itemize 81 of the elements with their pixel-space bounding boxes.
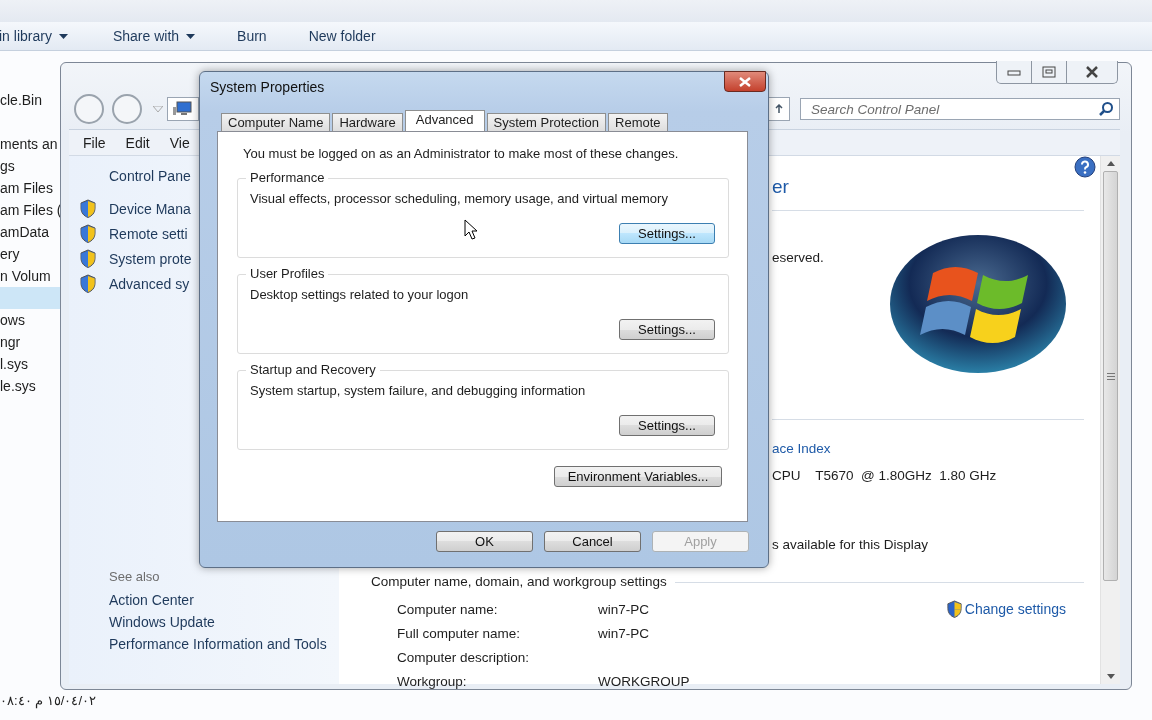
nav-item[interactable]: cle.Bin	[0, 89, 60, 111]
menu-item[interactable]: Vie	[169, 134, 190, 151]
field-value: win7-PC	[598, 601, 649, 617]
minimize-icon	[1007, 68, 1021, 76]
group-description: System startup, system failure, and debugging information	[250, 383, 587, 398]
close-button[interactable]	[724, 71, 766, 92]
toolbar-button[interactable]: Burn	[237, 28, 267, 44]
dropdown-arrow-icon	[58, 33, 68, 39]
field-value: WORKGROUP	[598, 673, 690, 689]
settings-button[interactable]: Settings...	[619, 319, 715, 340]
field-label: Computer name:	[397, 601, 499, 617]
change-settings-link[interactable]: Change settings	[945, 597, 1066, 621]
mouse-pointer-icon	[464, 219, 478, 240]
see-also-link[interactable]: Performance Information and Tools	[69, 636, 329, 652]
toolbar-button[interactable]: in library	[0, 28, 68, 44]
group-title: User Profiles	[246, 266, 329, 281]
close-icon	[1084, 66, 1100, 78]
group-title: Startup and Recovery	[246, 362, 380, 377]
tab[interactable]: Hardware	[332, 113, 403, 132]
processor-text: CPU T5670 @ 1.80GHz 1.80 GHz	[772, 468, 997, 483]
maximize-icon	[1042, 66, 1056, 78]
section-title: Computer name, domain, and workgroup settings	[371, 574, 667, 589]
address-bar[interactable]	[167, 97, 199, 121]
page-heading: er	[772, 176, 789, 198]
grip-icon	[1106, 372, 1115, 380]
task-link[interactable]: Device Mana	[109, 200, 191, 217]
nav-item[interactable]: ery	[0, 243, 60, 265]
rating-link[interactable]: ace Index	[772, 441, 831, 456]
scrollbar[interactable]	[1100, 156, 1120, 684]
close-icon	[739, 76, 751, 87]
see-also-link[interactable]: Action Center	[69, 592, 329, 608]
help-icon[interactable]	[1074, 156, 1096, 178]
field-label: Workgroup:	[397, 673, 468, 689]
pen-touch-text: s available for this Display	[772, 537, 929, 552]
settings-button[interactable]: Settings...	[619, 415, 715, 436]
field-label: Computer description:	[397, 649, 531, 665]
group-title: Performance	[246, 170, 329, 185]
group-description: Visual effects, processor scheduling, memory usage, and virtual memory	[250, 191, 669, 206]
task-link[interactable]: System prote	[109, 250, 192, 267]
nav-item[interactable]: n Volum	[0, 265, 60, 287]
dialog-button[interactable]: OK	[436, 531, 533, 552]
settings-button[interactable]: Settings...	[619, 223, 715, 244]
up-button[interactable]	[768, 97, 790, 121]
monitor-icon	[173, 101, 193, 117]
shield-icon	[79, 249, 97, 268]
copyright-text: eserved.	[772, 250, 824, 267]
tab[interactable]: Advanced	[404, 110, 485, 132]
toolbar-button[interactable]: Share with	[112, 28, 196, 44]
nav-item[interactable]: le.sys	[0, 375, 60, 397]
field-value: win7-PC	[598, 625, 649, 641]
task-link[interactable]: Remote setti	[109, 225, 188, 242]
environment-variables-button[interactable]: Environment Variables...	[554, 466, 722, 487]
nav-item[interactable]: ows	[0, 309, 60, 331]
nav-item[interactable]: ments an	[0, 133, 60, 155]
nav-item[interactable]: amData	[0, 221, 60, 243]
menu-item[interactable]: File	[83, 134, 106, 151]
task-link[interactable]: Advanced sy	[109, 275, 190, 292]
dropdown-arrow-icon	[186, 33, 196, 39]
field-label: Full computer name:	[397, 625, 522, 641]
up-arrow-icon	[774, 104, 784, 114]
scroll-up-arrow-icon[interactable]	[1106, 161, 1115, 166]
shield-icon	[79, 274, 97, 293]
nav-item[interactable]: ngr	[0, 331, 60, 353]
nav-item[interactable]: gs	[0, 155, 60, 177]
nav-item[interactable]: am Files	[0, 177, 60, 199]
group-description: Desktop settings related to your logon	[250, 287, 470, 302]
search-field[interactable]: Search Control Panel	[800, 98, 1120, 120]
window-title: System Properties	[210, 78, 325, 95]
nav-item[interactable]: l.sys	[0, 353, 60, 375]
section-label: See also	[108, 569, 161, 584]
dialog-button[interactable]: Cancel	[544, 531, 641, 552]
see-also-link[interactable]: Windows Update	[69, 614, 329, 630]
scroll-down-arrow-icon[interactable]	[1106, 674, 1115, 679]
shield-icon	[79, 199, 97, 218]
status-text: ١٥/٠٤/٠٢ م ٠٨:٤٠	[0, 693, 97, 708]
shield-icon	[945, 600, 963, 618]
shield-icon	[79, 224, 97, 243]
notice-text: You must be logged on as an Administrator to make most of these changes.	[243, 146, 680, 161]
search-icon	[1098, 101, 1114, 117]
toolbar-button[interactable]: New folder	[308, 28, 376, 44]
menu-item[interactable]: Edit	[125, 134, 150, 151]
